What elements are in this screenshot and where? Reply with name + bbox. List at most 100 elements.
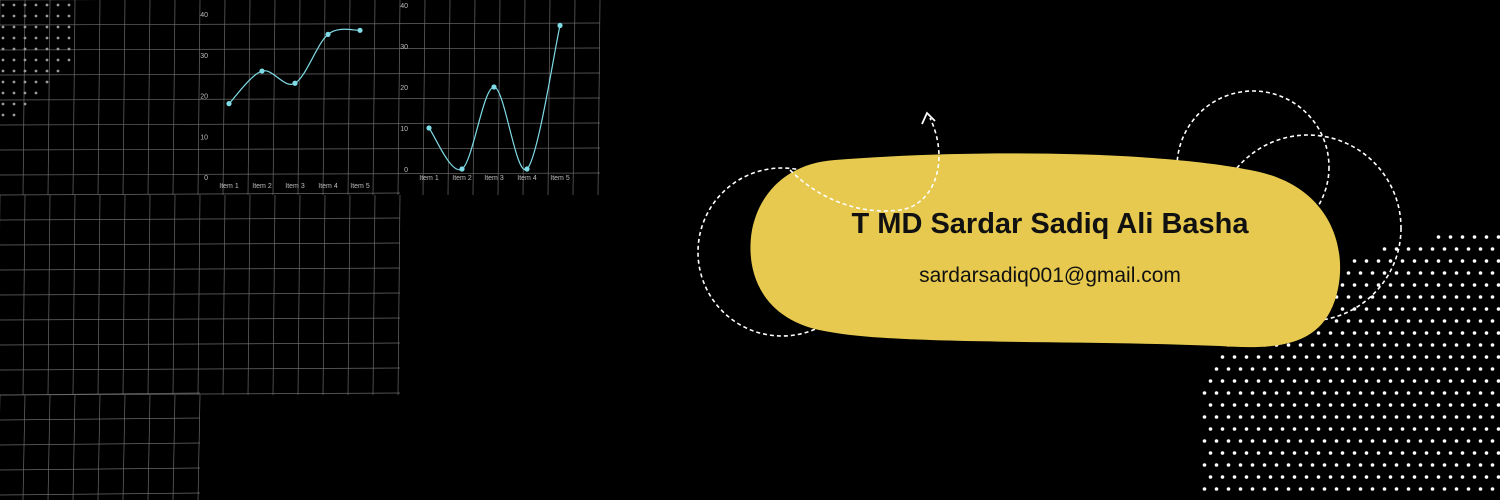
dot — [1412, 379, 1417, 383]
dot — [1, 102, 5, 106]
dot — [1286, 415, 1291, 419]
dot — [1400, 259, 1405, 263]
dot — [1292, 427, 1297, 431]
grid-line — [172, 394, 176, 500]
dot — [1352, 259, 1357, 263]
dot — [1436, 235, 1441, 239]
dot — [1268, 403, 1273, 407]
dot — [1418, 415, 1423, 419]
dot — [1400, 403, 1405, 407]
background-grid — [0, 0, 601, 500]
dot — [1292, 451, 1297, 455]
dot — [56, 25, 60, 29]
y-tick-label: 0 — [204, 175, 208, 182]
dot — [1388, 307, 1393, 311]
dot — [12, 69, 16, 73]
dot — [1484, 331, 1489, 335]
dot — [45, 14, 49, 18]
dot — [1472, 403, 1477, 407]
dot — [1256, 475, 1261, 479]
dot — [34, 47, 38, 51]
dot — [1376, 475, 1381, 479]
dot — [1232, 403, 1237, 407]
series-line — [228, 28, 361, 105]
dot — [1412, 475, 1417, 479]
dot — [1454, 367, 1459, 371]
dot — [1436, 427, 1441, 431]
dot — [1406, 367, 1411, 371]
dot — [1466, 439, 1471, 443]
dot — [1472, 475, 1477, 479]
dot — [1394, 439, 1399, 443]
dot — [1220, 379, 1225, 383]
dot — [1394, 271, 1399, 275]
dot — [1346, 415, 1351, 419]
dot — [1388, 259, 1393, 263]
x-tick-label: Item 2 — [452, 175, 472, 182]
dot — [23, 58, 27, 62]
dot — [1406, 319, 1411, 323]
grid-line — [197, 194, 201, 396]
data-point — [226, 101, 232, 107]
dot — [45, 25, 49, 29]
dot — [1418, 319, 1423, 323]
y-tick-label: 40 — [400, 3, 408, 10]
data-point — [292, 80, 298, 86]
dot — [1322, 391, 1327, 395]
dot — [1442, 487, 1447, 491]
dot — [1346, 463, 1351, 467]
dot — [23, 3, 27, 7]
dot — [1454, 487, 1459, 491]
dot — [1286, 439, 1291, 443]
dot — [1436, 331, 1441, 335]
dot — [1436, 307, 1441, 311]
grid-line — [122, 394, 126, 500]
dot — [1382, 343, 1387, 347]
dot — [1430, 271, 1435, 275]
dot — [1352, 475, 1357, 479]
dot — [1376, 307, 1381, 311]
dot — [1400, 427, 1405, 431]
dot — [1370, 487, 1375, 491]
grid-line — [347, 194, 351, 396]
dot — [1316, 403, 1321, 407]
dot — [1334, 415, 1339, 419]
dot — [1382, 415, 1387, 419]
dot — [1, 91, 5, 95]
dot — [1226, 487, 1231, 491]
dot — [1346, 487, 1351, 491]
x-tick-label: Item 3 — [484, 175, 504, 182]
dot — [1346, 271, 1351, 275]
grid-line — [0, 292, 401, 296]
grid-line — [0, 442, 201, 446]
dot — [1364, 379, 1369, 383]
dot — [1448, 427, 1453, 431]
dot — [1340, 475, 1345, 479]
dot — [12, 14, 16, 18]
dot — [1352, 427, 1357, 431]
dot — [1346, 367, 1351, 371]
dot — [1214, 487, 1219, 491]
grid-line — [222, 194, 226, 396]
dot — [1430, 367, 1435, 371]
grid-line — [97, 0, 101, 196]
dot — [34, 69, 38, 73]
grid-line — [547, 0, 551, 196]
dot — [1202, 415, 1207, 419]
dot — [1244, 355, 1249, 359]
x-tick-label: Item 1 — [419, 175, 439, 182]
dot — [1376, 331, 1381, 335]
dot — [1412, 427, 1417, 431]
dot — [1466, 271, 1471, 275]
dot — [1442, 271, 1447, 275]
dot — [1274, 463, 1279, 467]
grid-line — [297, 0, 301, 196]
dot — [1202, 487, 1207, 491]
dot — [1436, 475, 1441, 479]
dot — [34, 80, 38, 84]
x-tick-label: Item 5 — [550, 175, 570, 182]
dot — [1328, 355, 1333, 359]
dot — [1274, 487, 1279, 491]
dot — [1268, 475, 1273, 479]
grid-line — [72, 394, 76, 500]
